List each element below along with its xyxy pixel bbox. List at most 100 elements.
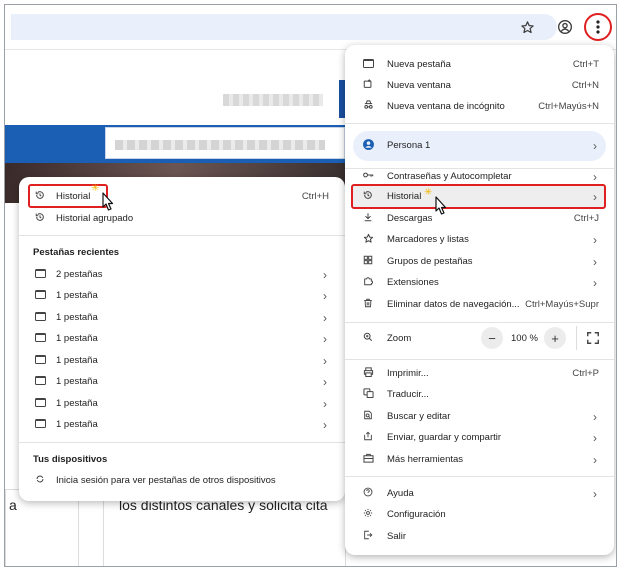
chevron-right-icon: ›: [323, 374, 327, 389]
recent-tab-item[interactable]: 1 pestaña ›: [19, 285, 345, 306]
blurred-text: [115, 140, 325, 150]
chevron-right-icon: ›: [323, 267, 327, 282]
fullscreen-icon[interactable]: [586, 331, 600, 345]
divider: [576, 326, 577, 350]
menu-item-label: 1 pestaña: [56, 398, 98, 409]
menu-item-label: Más herramientas: [387, 454, 464, 465]
menu-item-label: Configuración: [387, 509, 446, 520]
key-icon: [361, 171, 375, 182]
tab-icon: [33, 354, 47, 367]
account-circle-icon: [361, 138, 375, 154]
chevron-right-icon: ›: [593, 169, 597, 184]
menu-item-incognito[interactable]: Nueva ventana de incógnito Ctrl+Mayús+N: [345, 96, 614, 117]
chevron-right-icon: ›: [323, 331, 327, 346]
menu-item-label: Nueva ventana de incógnito: [387, 101, 505, 112]
vertical-dots-icon[interactable]: [584, 13, 612, 41]
trash-icon: [361, 298, 375, 311]
divider: [19, 235, 345, 236]
sign-in-devices-item[interactable]: Inicia sesión para ver pestañas de otros…: [19, 470, 345, 491]
shortcut-label: Ctrl+Mayús+N: [538, 101, 599, 112]
menu-item-historial[interactable]: Historial ›: [345, 186, 614, 207]
menu-item-nueva-pestana[interactable]: Nueva pestaña Ctrl+T: [345, 54, 614, 75]
browser-toolbar: [5, 5, 616, 49]
zoom-out-button[interactable]: −: [481, 327, 503, 349]
menu-item-label: Nueva ventana: [387, 80, 451, 91]
menu-item-extensiones[interactable]: Extensiones ›: [345, 272, 614, 293]
menu-item-label: Enviar, guardar y compartir: [387, 432, 502, 443]
settings-icon: [361, 508, 375, 521]
menu-item-label: 1 pestaña: [56, 290, 98, 301]
toolbox-icon: [361, 453, 375, 466]
recent-tab-item[interactable]: 2 pestañas ›: [19, 264, 345, 285]
menu-item-mas-herramientas[interactable]: Más herramientas ›: [345, 449, 614, 470]
history-icon: [361, 190, 375, 203]
zoom-level: 100 %: [511, 333, 538, 344]
chevron-right-icon: ›: [323, 353, 327, 368]
menu-item-historial-agrupado[interactable]: Historial agrupado: [19, 208, 345, 229]
address-bar[interactable]: [11, 14, 557, 40]
menu-item-persona[interactable]: Persona 1 ›: [345, 135, 614, 156]
menu-item-label: 1 pestaña: [56, 355, 98, 366]
menu-item-ayuda[interactable]: Ayuda ›: [345, 483, 614, 504]
screenshot-frame: a los distintos canales y solicita cita …: [4, 4, 617, 567]
menu-item-zoom: Zoom: [345, 328, 614, 349]
menu-item-label: Buscar y editar: [387, 411, 451, 422]
translate-icon: [361, 388, 375, 401]
recent-tab-item[interactable]: 1 pestaña ›: [19, 328, 345, 349]
menu-item-grupos[interactable]: Grupos de pestañas ›: [345, 251, 614, 272]
history-icon: [33, 190, 47, 203]
chevron-right-icon: ›: [593, 275, 597, 290]
recent-tab-item[interactable]: 1 pestaña ›: [19, 414, 345, 435]
chevron-right-icon: ›: [593, 452, 597, 467]
shortcut-label: Ctrl+Mayús+Supr: [525, 299, 599, 310]
chevron-right-icon: ›: [323, 417, 327, 432]
menu-item-label: Ayuda: [387, 488, 414, 499]
menu-item-label: Contraseñas y Autocompletar: [387, 171, 512, 182]
menu-item-eliminar-datos[interactable]: Eliminar datos de navegación... Ctrl+May…: [345, 294, 614, 315]
section-title: Pestañas recientes: [33, 247, 120, 258]
menu-item-label: Imprimir...: [387, 368, 429, 379]
recent-tab-item[interactable]: 1 pestaña ›: [19, 393, 345, 414]
sync-icon: [33, 474, 47, 487]
account-circle-icon[interactable]: [554, 16, 576, 38]
recent-tab-item[interactable]: 1 pestaña ›: [19, 371, 345, 392]
menu-item-configuracion[interactable]: Configuración: [345, 504, 614, 525]
divider: [345, 359, 614, 360]
menu-item-label: Historial agrupado: [56, 213, 134, 224]
menu-item-historial[interactable]: Historial Ctrl+H: [19, 186, 345, 207]
menu-item-nueva-ventana[interactable]: Nueva ventana Ctrl+N: [345, 75, 614, 96]
chevron-right-icon: ›: [593, 138, 597, 153]
menu-item-descargas[interactable]: Descargas Ctrl+J: [345, 208, 614, 229]
shortcut-label: Ctrl+J: [573, 213, 599, 224]
divider: [19, 442, 345, 443]
menu-item-label: Grupos de pestañas: [387, 256, 473, 267]
star-outline-icon[interactable]: [516, 16, 538, 38]
menu-item-traducir[interactable]: Traducir...: [345, 384, 614, 405]
tab-icon: [33, 397, 47, 410]
menu-item-imprimir[interactable]: Imprimir... Ctrl+P: [345, 363, 614, 384]
menu-item-label: 1 pestaña: [56, 333, 98, 344]
tab-groups-icon: [361, 255, 375, 268]
divider: [345, 322, 614, 323]
shortcut-label: Ctrl+T: [572, 59, 599, 70]
section-title: Tus dispositivos: [33, 454, 108, 465]
menu-item-buscar-editar[interactable]: Buscar y editar ›: [345, 406, 614, 427]
menu-item-label: Extensiones: [387, 277, 439, 288]
chevron-right-icon: ›: [593, 430, 597, 445]
card-text: a: [9, 497, 17, 513]
divider: [345, 476, 614, 477]
tab-icon: [33, 268, 47, 281]
incognito-icon: [361, 100, 375, 113]
extension-icon: [361, 276, 375, 289]
menu-item-enviar-guardar[interactable]: Enviar, guardar y compartir ›: [345, 427, 614, 448]
chevron-right-icon: ›: [593, 189, 597, 204]
zoom-in-button[interactable]: +: [544, 327, 566, 349]
recent-tab-item[interactable]: 1 pestaña ›: [19, 350, 345, 371]
menu-item-salir[interactable]: Salir: [345, 526, 614, 547]
search-edit-icon: [361, 410, 375, 423]
menu-item-marcadores[interactable]: Marcadores y listas ›: [345, 229, 614, 250]
recent-tab-item[interactable]: 1 pestaña ›: [19, 307, 345, 328]
menu-item-label: 1 pestaña: [56, 376, 98, 387]
menu-item-label: Zoom: [387, 333, 412, 344]
menu-item-label: 1 pestaña: [56, 312, 98, 323]
